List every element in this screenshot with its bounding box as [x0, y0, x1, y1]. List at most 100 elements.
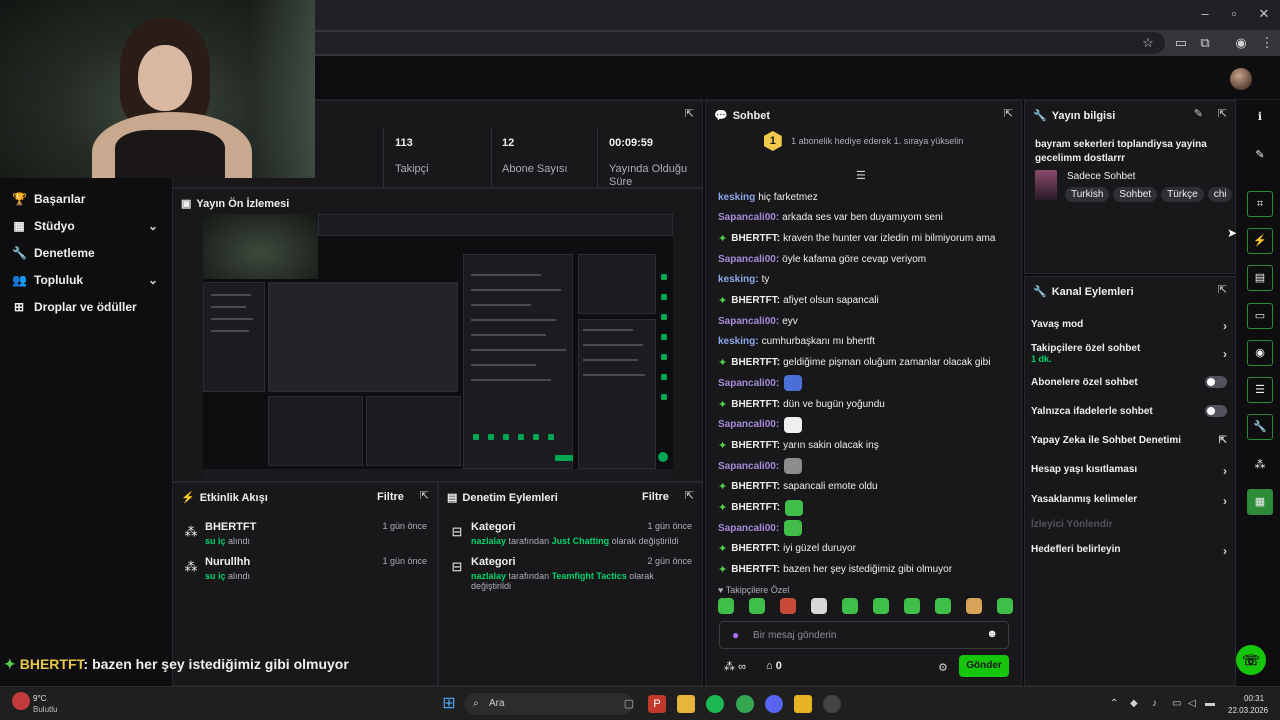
tray-app-icon[interactable]: ◆: [1130, 698, 1138, 709]
stream-preview[interactable]: [203, 214, 673, 479]
address-bar[interactable]: [300, 32, 1165, 54]
notes-icon[interactable]: ▤: [1247, 265, 1273, 291]
chevron-down-icon[interactable]: ⌄: [148, 273, 158, 287]
minimize-icon[interactable]: –: [1190, 6, 1220, 22]
emote[interactable]: [718, 598, 734, 614]
popout-icon[interactable]: ⇱: [1218, 107, 1227, 120]
emote[interactable]: [873, 598, 889, 614]
external-link-icon[interactable]: ⇱: [1219, 435, 1227, 446]
tag[interactable]: chi: [1207, 187, 1233, 202]
chat-username[interactable]: BHERTFT:: [731, 502, 780, 513]
tag[interactable]: Türkçe: [1161, 187, 1204, 202]
chat-username[interactable]: Sapancali00:: [718, 254, 779, 265]
cast-icon[interactable]: ▭: [1172, 34, 1190, 52]
bookmark-star-icon[interactable]: ☆: [1139, 34, 1157, 52]
channel-action-row[interactable]: Hedefleri belirleyin ›: [1031, 544, 1227, 558]
extensions-icon[interactable]: ⧉: [1196, 34, 1214, 52]
chat-username[interactable]: BHERTFT:: [731, 357, 780, 368]
chat-username[interactable]: BHERTFT:: [731, 233, 780, 244]
chat-username[interactable]: BHERTFT:: [731, 399, 780, 410]
game-icon[interactable]: ▦: [1247, 489, 1273, 515]
weather-icon[interactable]: [12, 692, 30, 710]
gift-counter[interactable]: ⌂ 0: [766, 660, 782, 672]
chat-username[interactable]: BHERTFT:: [731, 440, 780, 451]
folder-icon[interactable]: [677, 695, 695, 713]
broadcast-icon[interactable]: ◉: [1247, 340, 1273, 366]
profile-icon[interactable]: ◉: [1232, 34, 1250, 52]
info-icon[interactable]: ℹ: [1247, 104, 1273, 130]
chat-username[interactable]: BHERTFT:: [731, 564, 780, 575]
popout-icon[interactable]: ⇱: [1004, 107, 1013, 120]
emoji-icon[interactable]: ☻: [986, 628, 998, 640]
bolt-icon[interactable]: ⚡: [1247, 228, 1273, 254]
task-view-icon[interactable]: ▢: [620, 695, 638, 713]
channel-points[interactable]: ⁂ ∞: [724, 660, 746, 673]
tag[interactable]: Turkish: [1065, 187, 1110, 202]
emote[interactable]: [935, 598, 951, 614]
chat-username[interactable]: Sapancali00:: [718, 419, 779, 430]
channel-action-row[interactable]: Yalnızca ifadelerle sohbet: [1031, 405, 1227, 417]
emote[interactable]: [749, 598, 765, 614]
reward-icon[interactable]: ⁂: [1247, 452, 1273, 478]
app-icon[interactable]: [794, 695, 812, 713]
clip-icon[interactable]: ⌗: [1247, 191, 1273, 217]
channel-action-row[interactable]: Yavaş mod ›: [1031, 319, 1227, 333]
chat-input[interactable]: ● Bir mesaj gönderin ☻: [719, 621, 1009, 649]
chat-username[interactable]: Sapancali00:: [718, 378, 779, 389]
category-thumbnail[interactable]: [1035, 170, 1057, 200]
network-icon[interactable]: ▭: [1172, 698, 1181, 709]
taskbar-search[interactable]: ⌕ Ara: [465, 693, 633, 715]
volume-icon[interactable]: ◁: [1188, 698, 1196, 709]
wrench-icon[interactable]: 🔧: [1247, 414, 1273, 440]
layout-icon[interactable]: ☰: [1247, 377, 1273, 403]
emote[interactable]: [780, 598, 796, 614]
obs-icon[interactable]: [823, 695, 841, 713]
chat-username[interactable]: BHERTFT:: [731, 295, 780, 306]
chat-username[interactable]: kesking:: [718, 274, 759, 285]
emote[interactable]: [904, 598, 920, 614]
emote[interactable]: [997, 598, 1013, 614]
chat-username[interactable]: Sapancali00:: [718, 461, 779, 472]
chat-username[interactable]: Sapancali00:: [718, 212, 779, 223]
avatar[interactable]: [1230, 68, 1252, 90]
mic-icon[interactable]: ♪: [1152, 698, 1157, 709]
discord-icon[interactable]: [765, 695, 783, 713]
channel-action-row[interactable]: Yasaklanmış kelimeler ›: [1031, 494, 1227, 508]
chat-username[interactable]: kesking:: [718, 336, 759, 347]
filter-button[interactable]: Filtre: [642, 491, 669, 503]
channel-action-row[interactable]: Yapay Zeka ile Sohbet Denetimi ⇱: [1031, 435, 1227, 446]
chevron-right-icon[interactable]: ›: [1223, 319, 1227, 333]
chevron-right-icon[interactable]: ›: [1223, 347, 1227, 361]
chevron-right-icon[interactable]: ›: [1223, 494, 1227, 508]
emote[interactable]: [811, 598, 827, 614]
channel-action-row[interactable]: Takipçilere özel sohbet 1 dk. ›: [1031, 343, 1227, 364]
sidebar-item-moderation[interactable]: 🔧 Denetleme: [12, 242, 162, 264]
spotify-icon[interactable]: [706, 695, 724, 713]
close-icon[interactable]: ✕: [1249, 6, 1279, 22]
edit-pencil-icon[interactable]: ✎: [1247, 142, 1273, 168]
clock-time[interactable]: 00:31: [1244, 694, 1264, 703]
channel-action-row[interactable]: Hesap yaşı kısıtlaması ›: [1031, 464, 1227, 478]
settings-gear-icon[interactable]: ⚙: [938, 661, 948, 674]
filter-button[interactable]: Filtre: [377, 491, 404, 503]
sidebar-item-community[interactable]: 👥 Topluluk ⌄: [12, 269, 162, 291]
channel-action-row[interactable]: Abonelere özel sohbet: [1031, 376, 1227, 388]
toggle-switch[interactable]: [1205, 376, 1227, 388]
app-icon-p[interactable]: P: [648, 695, 666, 713]
chevron-down-icon[interactable]: ⌄: [148, 219, 158, 233]
chat-username[interactable]: BHERTFT:: [731, 543, 780, 554]
edit-pencil-icon[interactable]: ✎: [1194, 107, 1203, 120]
chrome-icon[interactable]: [736, 695, 754, 713]
browser-menu-icon[interactable]: ⋮: [1258, 34, 1276, 52]
popout-icon[interactable]: ⇱: [685, 489, 694, 502]
chat-username[interactable]: Sapancali00:: [718, 316, 779, 327]
chat-username[interactable]: kesking: [718, 192, 755, 203]
chat-username[interactable]: BHERTFT:: [731, 481, 780, 492]
toggle-switch[interactable]: [1205, 405, 1227, 417]
pinned-toggle-icon[interactable]: ☰: [856, 169, 866, 182]
category-name[interactable]: Sadece Sohbet: [1067, 171, 1135, 182]
emote[interactable]: [966, 598, 982, 614]
help-button[interactable]: ☏: [1236, 645, 1266, 675]
sidebar-item-achievements[interactable]: 🏆 Başarılar: [12, 188, 162, 210]
popout-icon[interactable]: ⇱: [1218, 283, 1227, 296]
